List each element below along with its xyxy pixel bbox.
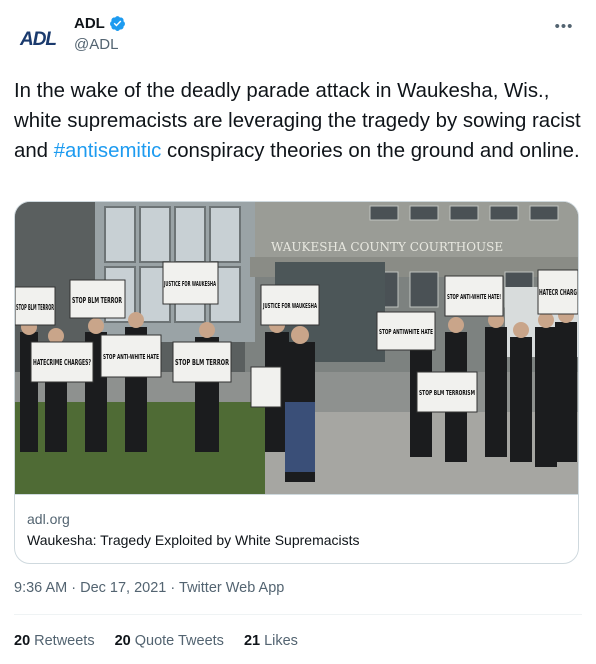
sign-stop-anti-white-1: STOP ANTI-WHITE HATE — [103, 353, 159, 361]
protest-photo: WAUKESHA COUNTY COURTHOUSE STOP BLM TERR… — [15, 202, 578, 494]
link-card[interactable]: WAUKESHA COUNTY COURTHOUSE STOP BLM TERR… — [14, 201, 579, 564]
sign-hatecrime-right: HATECR CHARG — [539, 288, 577, 297]
tweet-date[interactable]: Dec 17, 2021 — [80, 580, 166, 596]
tweet-source[interactable]: Twitter Web App — [179, 580, 284, 596]
quotes-stat[interactable]: 20 Quote Tweets — [115, 633, 224, 649]
likes-count: 21 — [243, 633, 261, 649]
retweets-stat[interactable]: 20 Retweets — [14, 633, 95, 649]
sign-stop-blm-terrorism: STOP BLM TERRORISM — [419, 389, 475, 397]
tweet: ADL ADL @ADL ••• In the wake of the dead… — [0, 0, 596, 664]
sign-stop-blm-terror-2: STOP BLM TERROR — [175, 358, 229, 367]
sign-stop-blm-terror: STOP BLM TERROR — [72, 296, 122, 305]
sign-justice-2: JUSTICE FOR WAUKESHA — [262, 302, 317, 310]
display-name[interactable]: ADL — [74, 15, 105, 32]
card-meta[interactable]: adl.org Waukesha: Tragedy Exploited by W… — [15, 494, 578, 563]
retweets-label: Retweets — [34, 633, 95, 649]
card-title: Waukesha: Tragedy Exploited by White Sup… — [27, 532, 360, 548]
quotes-label: Quote Tweets — [134, 633, 224, 649]
sign-justice-1: JUSTICE FOR WAUKESHA — [163, 280, 216, 288]
courthouse-sign: WAUKESHA COUNTY COURTHOUSE — [271, 240, 503, 254]
hashtag-link[interactable]: #antisemitic — [54, 140, 162, 162]
likes-stat[interactable]: 21 Likes — [244, 633, 298, 649]
meta-separator: · — [71, 580, 77, 596]
tweet-text-after: conspiracy theories on the ground and on… — [161, 140, 580, 162]
more-options-icon[interactable]: ••• — [552, 14, 576, 38]
meta-separator-2: · — [170, 580, 176, 596]
card-domain: adl.org — [27, 511, 70, 527]
divider — [14, 614, 582, 615]
tweet-stats: 20 Retweets 20 Quote Tweets 21 Likes — [14, 633, 298, 649]
tweet-time[interactable]: 9:36 AM — [14, 580, 67, 596]
verified-badge-icon — [109, 16, 125, 31]
sign-hatecrime: HATECRIME CHARGES? — [33, 358, 91, 367]
sign-stop-anti-white-3: STOP ANTI-WHITE HATE! — [447, 293, 501, 301]
tweet-text: In the wake of the deadly parade attack … — [14, 76, 584, 166]
sign-stop-anti-white-2: STOP ANTIWHITE HATE — [379, 328, 433, 336]
card-image[interactable]: WAUKESHA COUNTY COURTHOUSE STOP BLM TERR… — [15, 202, 578, 494]
sign-stop-blm-left: STOP BLM TERROR — [16, 303, 54, 312]
avatar[interactable]: ADL — [14, 16, 62, 64]
retweets-count: 20 — [14, 633, 31, 649]
quotes-count: 20 — [114, 633, 131, 649]
likes-label: Likes — [264, 633, 298, 649]
author-name-row[interactable]: ADL — [74, 15, 126, 32]
handle[interactable]: @ADL — [74, 36, 118, 53]
tweet-meta: 9:36 AM · Dec 17, 2021 · Twitter Web App — [14, 580, 284, 596]
adl-logo: ADL — [19, 29, 57, 50]
